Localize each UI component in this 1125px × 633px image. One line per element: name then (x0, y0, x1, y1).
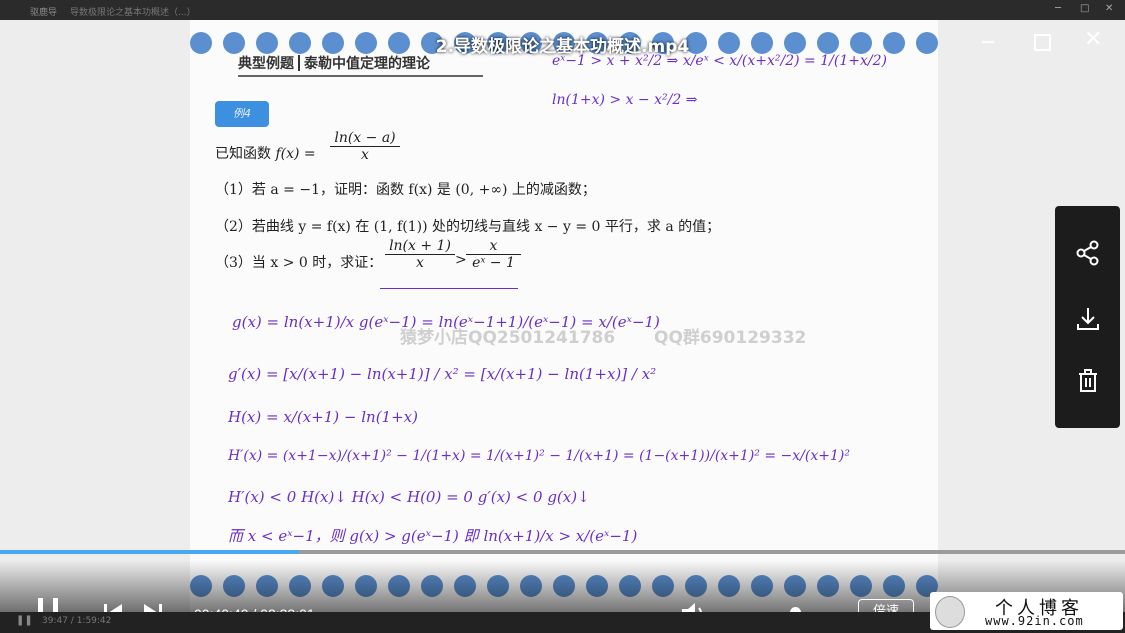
section-label: 典型例题 (238, 56, 294, 72)
function-fraction: ln(x − a) x (330, 130, 400, 163)
document-name: 导数极限论之基本功概述（...） (70, 8, 196, 18)
ink-line-2: g′(x) = [x/(x+1) − ln(x+1)] / x² = [x/(x… (228, 365, 657, 383)
q3-right-numerator: x (466, 238, 521, 255)
q3-right-fraction: x eˣ − 1 (466, 238, 521, 271)
delete-icon[interactable] (1073, 366, 1103, 396)
app-name: 驱鹿导 (30, 8, 58, 18)
maximize-window-icon[interactable]: □ (1080, 3, 1089, 14)
function-numerator: ln(x − a) (330, 130, 400, 147)
watermark-group: QQ群690129332 (654, 328, 807, 348)
window-titlebar: 驱鹿导 导数极限论之基本功概述（...） ─ □ ✕ (0, 0, 1125, 20)
mini-pause-icon[interactable]: ❚❚ (16, 615, 33, 626)
ink-underline (380, 288, 518, 289)
ink-line-6: 而 x < eˣ−1，则 g(x) > g(eˣ−1) 即 ln(x+1)/x … (228, 527, 638, 545)
q3-greater-sign: > (455, 252, 467, 268)
question-2: （2）若曲线 y = f(x) 在 (1, f(1)) 处的切线与直线 x − … (215, 219, 721, 235)
problem-intro: 已知函数 f(x) = (215, 146, 316, 162)
close-window-icon[interactable]: ✕ (1105, 3, 1113, 14)
blog-badge: 个人博客 www.92in.com (930, 592, 1123, 630)
header-underline (238, 75, 483, 77)
q3-left-denominator: x (416, 255, 424, 271)
side-action-panel (1055, 206, 1120, 428)
q3-right-denominator: eˣ − 1 (472, 255, 515, 271)
mini-time: 39:47 / 1:59:42 (42, 616, 112, 626)
minimize-player-icon[interactable]: ─ (982, 30, 994, 54)
watermark-shop: 猿梦小店QQ2501241786 (400, 328, 616, 348)
download-icon[interactable] (1073, 304, 1103, 334)
ink-line-top-2: ln(1+x) > x − x²/2 ⇒ (552, 92, 698, 108)
q3-left-fraction: ln(x + 1) x (385, 238, 455, 271)
question-1: （1）若 a = −1，证明：函数 f(x) 是 (0, +∞) 上的减函数； (215, 182, 596, 198)
video-title: 2.导数极限论之基本功概述.mp4 (435, 37, 690, 57)
close-player-icon[interactable]: ✕ (1084, 27, 1102, 52)
ink-line-5: H′(x) < 0 H(x)↓ H(x) < H(0) = 0 g′(x) < … (228, 488, 590, 506)
ink-line-4: H′(x) = (x+1−x)/(x+1)² − 1/(1+x) = 1/(x+… (228, 448, 850, 464)
example-badge: 例4 (215, 101, 269, 127)
q3-left-numerator: ln(x + 1) (385, 238, 455, 255)
blog-url: www.92in.com (985, 614, 1084, 628)
video-stage[interactable]: 典型例题 泰勒中值定理的理论 例4 已知函数 f(x) = ln(x − a) x… (0, 20, 1125, 633)
blog-avatar (935, 596, 965, 628)
problem-intro-text: 已知函数 (215, 146, 271, 162)
share-icon[interactable] (1073, 238, 1103, 268)
progress-bar[interactable] (0, 550, 1125, 554)
function-denominator: x (361, 147, 369, 163)
ink-line-3: H(x) = x/(x+1) − ln(1+x) (228, 408, 418, 426)
progress-fill (0, 550, 300, 554)
maximize-player-icon[interactable] (1034, 34, 1051, 51)
minimize-window-icon[interactable]: ─ (1055, 3, 1061, 14)
question-3: （3）当 x > 0 时，求证： (215, 255, 383, 271)
topic-label: 泰勒中值定理的理论 (304, 56, 430, 72)
